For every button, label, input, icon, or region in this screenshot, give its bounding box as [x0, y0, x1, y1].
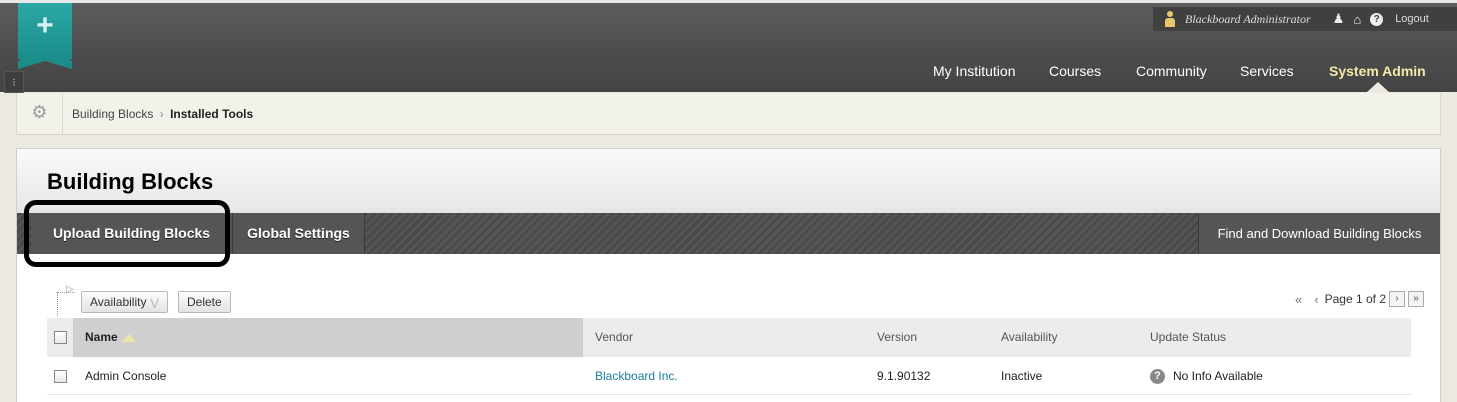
- pagination: « ‹ Page 1 of 2 › »: [1289, 291, 1424, 307]
- column-header-name[interactable]: Name: [73, 318, 583, 357]
- tab-system-admin[interactable]: System Admin: [1329, 63, 1426, 79]
- home-icon[interactable]: ⌂: [1353, 12, 1361, 27]
- previous-page-icon[interactable]: ‹: [1314, 292, 1318, 307]
- cell-name[interactable]: Admin Console: [85, 357, 166, 395]
- logout-link[interactable]: Logout: [1395, 13, 1429, 25]
- column-header-availability[interactable]: Availability: [1001, 318, 1057, 357]
- table-row: Admin Console Blackboard Inc. 9.1.90132 …: [47, 357, 1411, 395]
- cell-availability: Inactive: [1001, 369, 1043, 383]
- tab-community[interactable]: Community: [1136, 63, 1207, 79]
- add-tool-tab[interactable]: +: [18, 3, 72, 69]
- column-header-update-status[interactable]: Update Status: [1150, 318, 1226, 357]
- breadcrumb-trail: Building Blocks › Installed Tools: [72, 107, 253, 121]
- breadcrumb-building-blocks[interactable]: Building Blocks: [72, 107, 153, 121]
- page-header: Building Blocks: [17, 149, 1440, 213]
- breadcrumb-installed-tools: Installed Tools: [170, 107, 254, 121]
- tab-my-institution[interactable]: My Institution: [933, 63, 1015, 79]
- help-icon[interactable]: ?: [1370, 12, 1384, 26]
- next-page-icon[interactable]: ›: [1389, 291, 1405, 307]
- user-avatar-icon: [1163, 11, 1177, 27]
- column-header-vendor[interactable]: Vendor: [595, 318, 633, 357]
- breadcrumb: ⚙ Building Blocks › Installed Tools: [16, 93, 1441, 135]
- cell-version: 9.1.90132: [877, 369, 931, 383]
- cell-update-status: ? No Info Available: [1150, 357, 1263, 395]
- breadcrumb-separator: ›: [159, 107, 164, 121]
- select-all-checkbox[interactable]: [54, 331, 67, 344]
- content-panel: Building Blocks Upload Building Blocks G…: [16, 148, 1441, 402]
- row-checkbox[interactable]: [54, 370, 67, 383]
- plus-icon: +: [36, 9, 54, 42]
- page-title: Building Blocks: [47, 169, 214, 194]
- column-header-version[interactable]: Version: [877, 318, 917, 357]
- person-icon[interactable]: ♟: [1333, 11, 1345, 27]
- main-nav: My Institution Courses Community Service…: [0, 63, 1457, 83]
- first-page-icon[interactable]: «: [1295, 292, 1302, 307]
- top-header: + ⁝ Blackboard Administrator ♟ ⌂ ? Logou…: [0, 0, 1457, 93]
- tab-services[interactable]: Services: [1240, 63, 1294, 79]
- table-header: Name Vendor Version Availability Update …: [47, 318, 1411, 357]
- active-tab-indicator: [1367, 82, 1389, 92]
- question-icon: ?: [1150, 369, 1165, 385]
- bulk-action-arrow-icon: [57, 284, 75, 316]
- availability-dropdown[interactable]: Availability ⋁: [81, 291, 168, 313]
- user-name[interactable]: Blackboard Administrator: [1185, 12, 1311, 27]
- availability-dropdown-label: Availability: [90, 295, 147, 309]
- cell-vendor-link[interactable]: Blackboard Inc.: [595, 357, 678, 395]
- sort-ascending-icon: [121, 333, 136, 342]
- find-download-building-blocks-button[interactable]: Find and Download Building Blocks: [1198, 213, 1440, 254]
- user-bar: Blackboard Administrator ♟ ⌂ ? Logout: [1153, 7, 1457, 31]
- global-settings-button[interactable]: Global Settings: [233, 213, 365, 254]
- upload-building-blocks-button[interactable]: Upload Building Blocks: [31, 213, 233, 254]
- column-name-label: Name: [85, 330, 118, 344]
- delete-button[interactable]: Delete: [178, 291, 231, 313]
- action-bar: Upload Building Blocks Global Settings F…: [17, 213, 1440, 254]
- update-status-text: No Info Available: [1173, 369, 1263, 383]
- chevron-down-icon: ⋁: [150, 298, 159, 309]
- page-indicator: Page 1 of 2: [1324, 292, 1386, 306]
- gear-icon[interactable]: ⚙: [17, 93, 63, 134]
- last-page-icon[interactable]: »: [1408, 291, 1424, 307]
- tab-courses[interactable]: Courses: [1049, 63, 1101, 79]
